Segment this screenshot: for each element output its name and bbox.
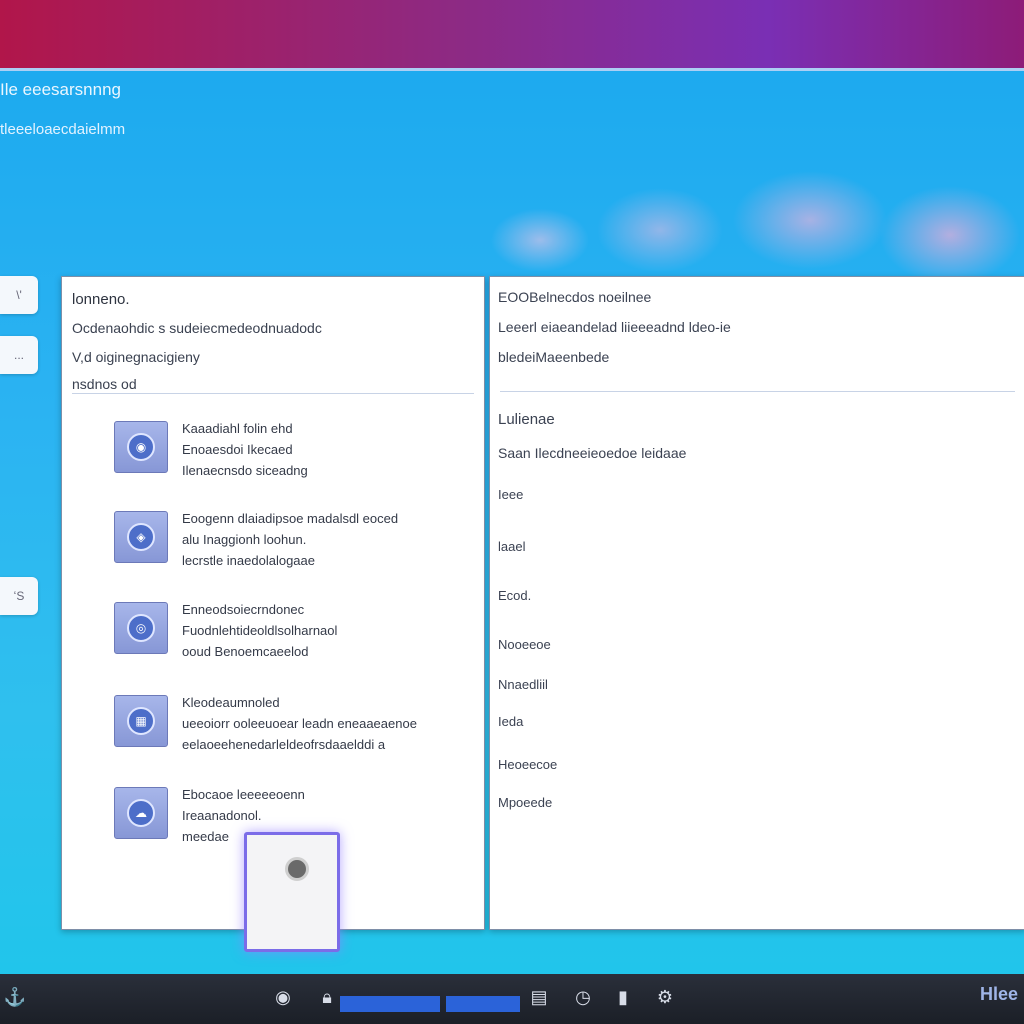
- disk-icon: ◉: [114, 421, 168, 473]
- left-panel-description-3: nsdnos od: [72, 376, 137, 392]
- right-panel: EOOBelnecdos noeilnee Leeerl eiaeandelad…: [489, 276, 1024, 930]
- start-icon[interactable]: ⚓: [0, 982, 30, 1012]
- list-item-text: Eoogenn dlaiadipsoe madalsdl eoced alu I…: [182, 511, 399, 568]
- camera-dot-icon: [285, 857, 309, 881]
- taskbar-clock[interactable]: Hlee: [980, 984, 1018, 1005]
- right-panel-divider: [500, 391, 1015, 392]
- detail-item[interactable]: Mpoeede: [498, 795, 552, 810]
- timer-icon[interactable]: ◷: [568, 982, 598, 1012]
- globe-icon: ◎: [114, 602, 168, 654]
- camera-icon[interactable]: ◉: [268, 982, 298, 1012]
- floating-card[interactable]: [244, 832, 340, 952]
- detail-item[interactable]: Ieee: [498, 487, 523, 502]
- app-icon[interactable]: ▤: [524, 982, 554, 1012]
- page-subtitle: tleeeloaecdaielmm: [0, 121, 126, 138]
- side-tab-3[interactable]: ʻS: [0, 577, 38, 615]
- taskbar: ⚓ ◉ 🔒︎ ▤ ◷ ▮ ⚙ Hlee: [0, 974, 1024, 1024]
- detail-item[interactable]: Nnaedliil: [498, 677, 548, 692]
- detail-item[interactable]: Ieda: [498, 714, 523, 729]
- left-panel-description-2: V,d oiginegnacigieny: [72, 349, 200, 365]
- right-panel-description: Leeerl eiaeandelad liieeeadnd ldeo-ie: [498, 319, 731, 335]
- grid-icon: ▦: [114, 695, 168, 747]
- list-item-text: Enneodsoiecrndonec Fuodnlehtideoldlsolha…: [182, 602, 338, 659]
- detail-item[interactable]: laael: [498, 539, 525, 554]
- left-panel-description: Ocdenaohdic s sudeiecmedeodnuadodc: [72, 320, 322, 336]
- detail-item[interactable]: Heoeecoe: [498, 757, 557, 772]
- list-item[interactable]: ◈ Eoogenn dlaiadipsoe madalsdl eoced alu…: [114, 511, 464, 571]
- list-item-text: Kaaadiahl folin ehd Enoaesdoi Ikecaed Il…: [182, 421, 308, 478]
- cloud-icon: ☁: [114, 787, 168, 839]
- section-heading: Lulienae: [498, 411, 555, 428]
- top-band: [0, 0, 1024, 68]
- right-panel-heading: EOOBelnecdos noeilnee: [498, 289, 652, 305]
- page-title: Ile eeesarsnnng: [0, 80, 121, 99]
- shield-icon: ◈: [114, 511, 168, 563]
- list-item[interactable]: ▦ Kleodeaumnoled ueeoiorr ooleeuoear lea…: [114, 695, 464, 755]
- lock-icon[interactable]: 🔒︎: [312, 982, 342, 1012]
- wallpaper-clouds: [480, 150, 1024, 280]
- list-item[interactable]: ◉ Kaaadiahl folin ehd Enoaesdoi Ikecaed …: [114, 421, 464, 481]
- section-description: Saan Ilecdneeieoedoe leidaae: [498, 445, 687, 461]
- right-panel-description-2: bledeiMaeenbede: [498, 349, 610, 365]
- list-item[interactable]: ◎ Enneodsoiecrndonec Fuodnlehtideoldlsol…: [114, 602, 464, 662]
- battery-icon[interactable]: ▮: [608, 982, 638, 1012]
- list-item-text: Kleodeaumnoled ueeoiorr ooleeuoear leadn…: [182, 695, 417, 752]
- settings-icon[interactable]: ⚙: [650, 982, 680, 1012]
- detail-item[interactable]: Nooeeoe: [498, 637, 551, 652]
- left-panel-heading: lonneno.: [72, 291, 130, 308]
- top-band-edge: [0, 68, 1024, 71]
- detail-item[interactable]: Ecod.: [498, 588, 531, 603]
- taskbar-progress-bar: [340, 996, 440, 1012]
- left-panel-divider: [72, 393, 474, 394]
- side-tab-1[interactable]: \': [0, 276, 38, 314]
- side-tab-2[interactable]: ...: [0, 336, 38, 374]
- taskbar-progress-bar-2: [446, 996, 520, 1012]
